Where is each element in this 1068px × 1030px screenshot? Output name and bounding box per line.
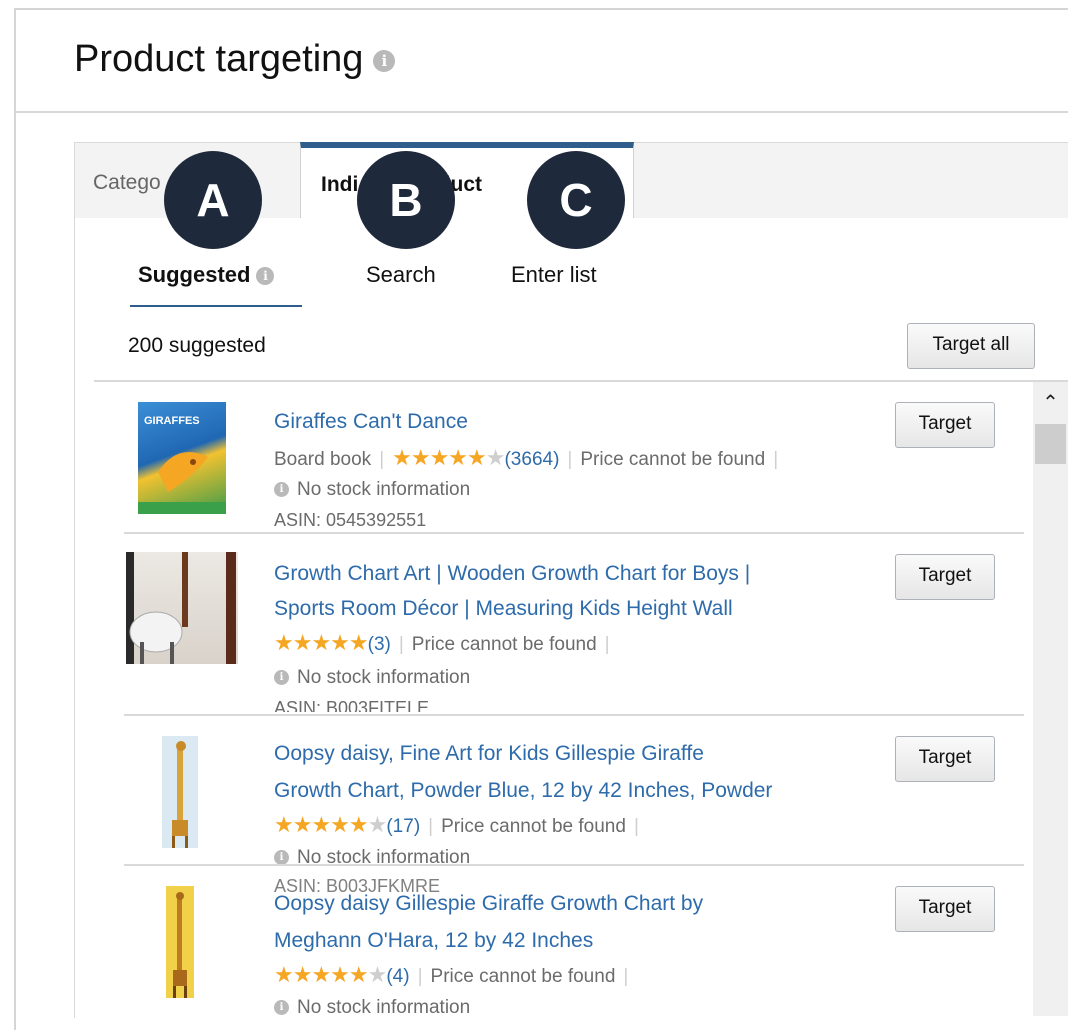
price-text: Price cannot be found	[441, 816, 626, 837]
star-rating: ★★★★★★	[274, 962, 387, 987]
subtab-suggested[interactable]: Suggested i	[138, 262, 275, 288]
scroll-up-icon[interactable]: ⌃	[1033, 390, 1068, 415]
tab-categories[interactable]: Catego	[93, 143, 161, 219]
stock-status: i No stock information	[274, 667, 470, 689]
product-title-link-line2[interactable]: Growth Chart, Powder Blue, 12 by 42 Inch…	[274, 773, 772, 808]
target-button[interactable]: Target	[895, 554, 995, 600]
price-text: Price cannot be found	[430, 966, 616, 987]
list-item: GIRAFFES Giraffes Can't Dance Board book…	[94, 382, 1034, 534]
star-rating: ★★★★★★	[274, 812, 387, 837]
product-title-link[interactable]: Giraffes Can't Dance	[274, 404, 468, 439]
product-meta: ★★★★★★(4) | Price cannot be found |	[274, 962, 629, 987]
annotation-badge-b: B	[357, 151, 455, 249]
target-button[interactable]: Target	[895, 402, 995, 448]
product-meta: ★★★★★★(17) | Price cannot be found |	[274, 812, 639, 837]
subtab-enter-list[interactable]: Enter list	[511, 262, 597, 288]
review-count-link[interactable]: (4)	[386, 966, 409, 987]
product-meta: ★★★★★(3) | Price cannot be found |	[274, 630, 610, 655]
svg-text:GIRAFFES: GIRAFFES	[144, 415, 200, 427]
product-title-link-line2[interactable]: Meghann O'Hara, 12 by 42 Inches	[274, 923, 593, 958]
product-title-link[interactable]: Oopsy daisy, Fine Art for Kids Gillespie…	[274, 736, 704, 771]
product-thumbnail[interactable]	[162, 736, 198, 848]
info-icon[interactable]: i	[373, 49, 396, 72]
asin-text: ASIN: B003FITELE	[274, 698, 430, 712]
info-icon: i	[274, 850, 289, 865]
product-list: GIRAFFES Giraffes Can't Dance Board book…	[94, 382, 1034, 1016]
star-rating: ★★★★★★	[392, 445, 505, 470]
product-title-link-line2[interactable]: Sports Room Décor | Measuring Kids Heigh…	[274, 591, 733, 626]
page-title: Product targeting i	[74, 38, 396, 81]
list-scrollbar[interactable]: ⌃	[1033, 382, 1068, 1016]
annotation-badge-c: C	[527, 151, 625, 249]
info-icon: i	[274, 482, 289, 498]
list-item: ASIN: B003JFKMRE Oopsy daisy Gillespie G…	[94, 866, 1034, 1016]
stock-status: i No stock information	[274, 479, 470, 501]
product-thumbnail[interactable]	[166, 886, 194, 998]
subtab-search[interactable]: Search	[366, 262, 436, 288]
annotation-badge-a: A	[164, 151, 262, 249]
star-rating: ★★★★★	[274, 630, 369, 655]
info-icon: i	[274, 1000, 289, 1016]
product-title-link[interactable]: Oopsy daisy Gillespie Giraffe Growth Cha…	[274, 886, 703, 921]
product-title-link[interactable]: Growth Chart Art | Wooden Growth Chart f…	[274, 556, 750, 591]
asin-text: ASIN: 0545392551	[274, 510, 427, 530]
list-item: Oopsy daisy, Fine Art for Kids Gillespie…	[94, 716, 1034, 866]
stock-status: i No stock information	[274, 847, 470, 865]
target-all-button[interactable]: Target all	[907, 323, 1035, 369]
list-item: Growth Chart Art | Wooden Growth Chart f…	[94, 534, 1034, 716]
product-thumbnail[interactable]: GIRAFFES	[138, 402, 226, 514]
price-text: Price cannot be found	[411, 634, 597, 655]
price-text: Price cannot be found	[580, 449, 766, 470]
target-button[interactable]: Target	[895, 886, 995, 932]
product-thumbnail[interactable]	[126, 552, 238, 664]
review-count-link[interactable]: (3664)	[504, 449, 559, 470]
active-subtab-indicator	[130, 305, 302, 307]
suggested-count: 200 suggested	[128, 334, 266, 357]
target-button[interactable]: Target	[895, 736, 995, 782]
product-format: Board book	[274, 449, 372, 470]
review-count-link[interactable]: (17)	[386, 816, 420, 837]
stock-status: i No stock information	[274, 997, 470, 1016]
info-icon[interactable]: i	[256, 267, 275, 286]
info-icon: i	[274, 670, 289, 686]
header-divider	[14, 111, 1068, 113]
review-count-link[interactable]: (3)	[368, 634, 391, 655]
product-meta: Board book | ★★★★★★(3664) | Price cannot be …	[274, 445, 779, 470]
scroll-thumb[interactable]	[1035, 424, 1066, 464]
